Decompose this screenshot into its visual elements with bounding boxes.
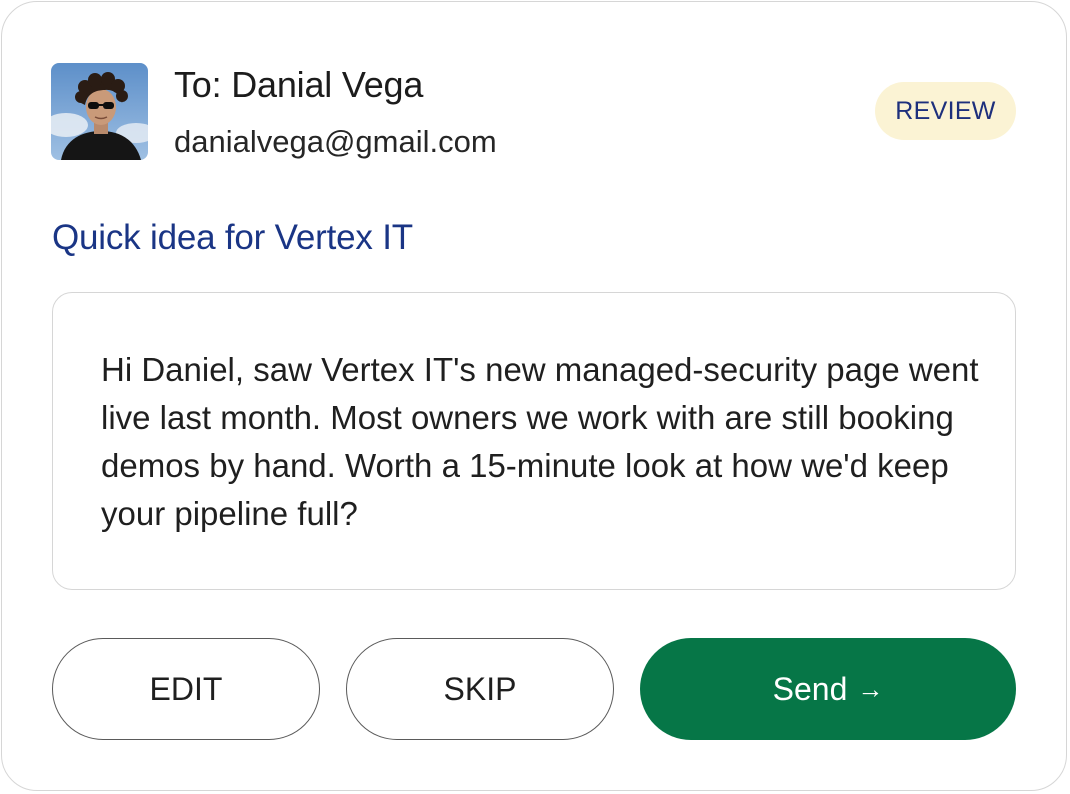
edit-button[interactable]: EDIT <box>52 638 320 740</box>
skip-button[interactable]: SKIP <box>346 638 614 740</box>
message-box: Hi Daniel, saw Vertex IT's new managed-s… <box>52 292 1016 590</box>
email-subject: Quick idea for Vertex IT <box>52 218 413 257</box>
arrow-right-icon: → <box>857 674 884 704</box>
edit-button-label: EDIT <box>149 670 223 707</box>
email-review-card: To: Danial Vega danialvega@gmail.com REV… <box>1 1 1067 791</box>
send-button-label: Send <box>772 670 848 707</box>
message-body: Hi Daniel, saw Vertex IT's new managed-s… <box>101 351 979 532</box>
recipient-name: To: Danial Vega <box>174 64 424 105</box>
skip-button-label: SKIP <box>443 670 517 707</box>
status-badge: REVIEW <box>875 82 1016 140</box>
recipient-email: danialvega@gmail.com <box>174 124 497 159</box>
send-button[interactable]: Send → <box>640 638 1016 740</box>
avatar <box>51 63 148 160</box>
